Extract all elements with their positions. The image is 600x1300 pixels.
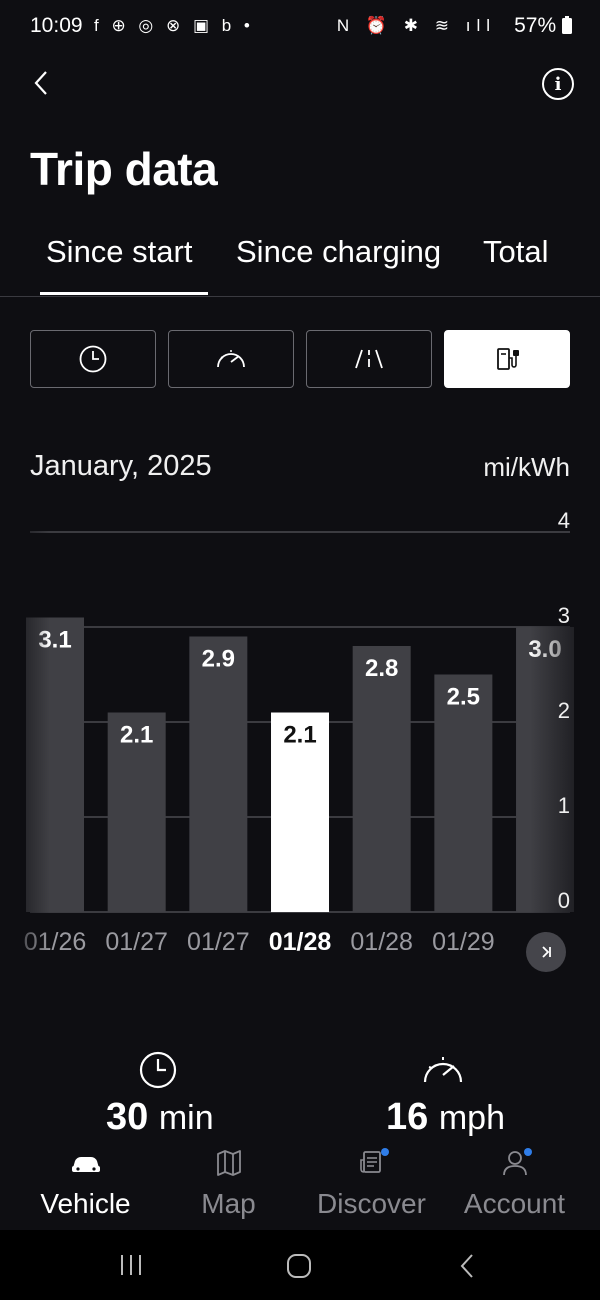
y-tick-label: 2 bbox=[558, 698, 570, 723]
chart-bar[interactable] bbox=[516, 627, 575, 912]
bar-value-label: 3.1 bbox=[38, 627, 71, 654]
system-back-icon[interactable] bbox=[456, 1252, 478, 1280]
x-tick-label: 01/26 bbox=[24, 928, 87, 956]
duration-value: 30 bbox=[106, 1096, 149, 1138]
tab-since-charging[interactable]: Since charging bbox=[236, 234, 441, 270]
segment-time-button[interactable] bbox=[30, 330, 156, 388]
person-icon bbox=[498, 1148, 532, 1178]
page-title: Trip data bbox=[30, 143, 218, 195]
chart-bar[interactable] bbox=[26, 617, 84, 913]
segment-speed-button[interactable] bbox=[168, 330, 294, 388]
nav-discover-label: Discover bbox=[317, 1188, 426, 1219]
scroll-to-end-button[interactable] bbox=[526, 932, 566, 972]
nav-map[interactable]: Map bbox=[157, 1148, 300, 1220]
efficiency-bar-chart[interactable]: 3.1 01/26 2.1 01/27 2.9 01/27 2.1 01/28 2.8 01/28… bbox=[0, 500, 600, 970]
clock-icon bbox=[79, 345, 107, 373]
tab-bar: Since start Since charging Total bbox=[0, 234, 600, 297]
y-tick-label: 4 bbox=[558, 508, 570, 533]
chart-bar[interactable] bbox=[189, 636, 248, 913]
speed-value: 16 bbox=[386, 1096, 429, 1138]
battery-status: 57% bbox=[514, 14, 572, 38]
bar-value-label: 2.9 bbox=[202, 646, 235, 673]
back-icon[interactable] bbox=[28, 66, 58, 100]
chart-bar[interactable] bbox=[352, 646, 411, 912]
speed-unit: mph bbox=[438, 1099, 505, 1137]
recent-apps-icon[interactable] bbox=[118, 1252, 144, 1278]
bar-value-label: 2.5 bbox=[447, 684, 480, 711]
nav-vehicle-label: Vehicle bbox=[40, 1188, 131, 1219]
bar-value-label: 2.1 bbox=[283, 722, 316, 749]
tab-since-start[interactable]: Since start bbox=[46, 234, 192, 270]
y-tick-label: 3 bbox=[558, 603, 570, 628]
unit-label: mi/kWh bbox=[483, 452, 570, 482]
tab-total[interactable]: Total bbox=[483, 234, 548, 270]
speedometer-icon bbox=[423, 1057, 463, 1083]
charging-station-icon bbox=[497, 348, 519, 370]
info-icon[interactable]: i bbox=[542, 68, 574, 100]
x-tick-label: 01/29 bbox=[432, 928, 495, 956]
x-tick-label: 01/27 bbox=[187, 928, 250, 956]
x-tick-label: 01/28 bbox=[350, 928, 413, 956]
battery-icon bbox=[562, 16, 572, 34]
segment-consumption-button[interactable] bbox=[444, 330, 570, 388]
bar-value-label: 2.8 bbox=[365, 655, 398, 682]
system-navigation-bar bbox=[0, 1230, 600, 1300]
nav-account[interactable]: Account bbox=[443, 1148, 586, 1220]
segment-distance-button[interactable] bbox=[306, 330, 432, 388]
bar-value-label: 3.0 bbox=[528, 636, 561, 663]
duration-stat: 30 min bbox=[106, 1096, 214, 1139]
skip-end-icon bbox=[542, 946, 551, 958]
speed-stat: 16 mph bbox=[386, 1096, 505, 1139]
month-label: January, 2025 bbox=[30, 450, 212, 482]
clock-icon bbox=[139, 1051, 177, 1089]
notification-icons: f ⊕ ◎ ⊗ ▣ b • bbox=[94, 16, 254, 35]
news-icon bbox=[355, 1148, 389, 1178]
battery-percent: 57% bbox=[514, 14, 557, 37]
speedometer-icon bbox=[217, 350, 245, 368]
nav-account-label: Account bbox=[463, 1188, 566, 1219]
bar-value-label: 2.1 bbox=[120, 722, 153, 749]
x-tick-label: 01/28 bbox=[269, 928, 332, 956]
system-status-icons: N ⏰ ✱ ≋ ıll bbox=[336, 16, 496, 35]
x-tick-label: 01/27 bbox=[105, 928, 168, 956]
y-tick-label: 0 bbox=[558, 888, 570, 913]
y-tick-label: 1 bbox=[558, 793, 570, 818]
duration-unit: min bbox=[158, 1099, 214, 1137]
road-icon bbox=[355, 349, 383, 369]
home-icon[interactable] bbox=[285, 1252, 313, 1280]
nav-discover[interactable]: Discover bbox=[300, 1148, 443, 1220]
car-icon bbox=[71, 1157, 100, 1172]
nav-vehicle[interactable]: Vehicle bbox=[14, 1148, 157, 1220]
tab-underline bbox=[40, 292, 208, 295]
notification-badge bbox=[523, 1148, 532, 1156]
status-time: 10:09 bbox=[30, 14, 83, 37]
nav-map-label: Map bbox=[201, 1188, 256, 1219]
map-icon bbox=[216, 1150, 241, 1176]
notification-badge bbox=[380, 1148, 389, 1156]
